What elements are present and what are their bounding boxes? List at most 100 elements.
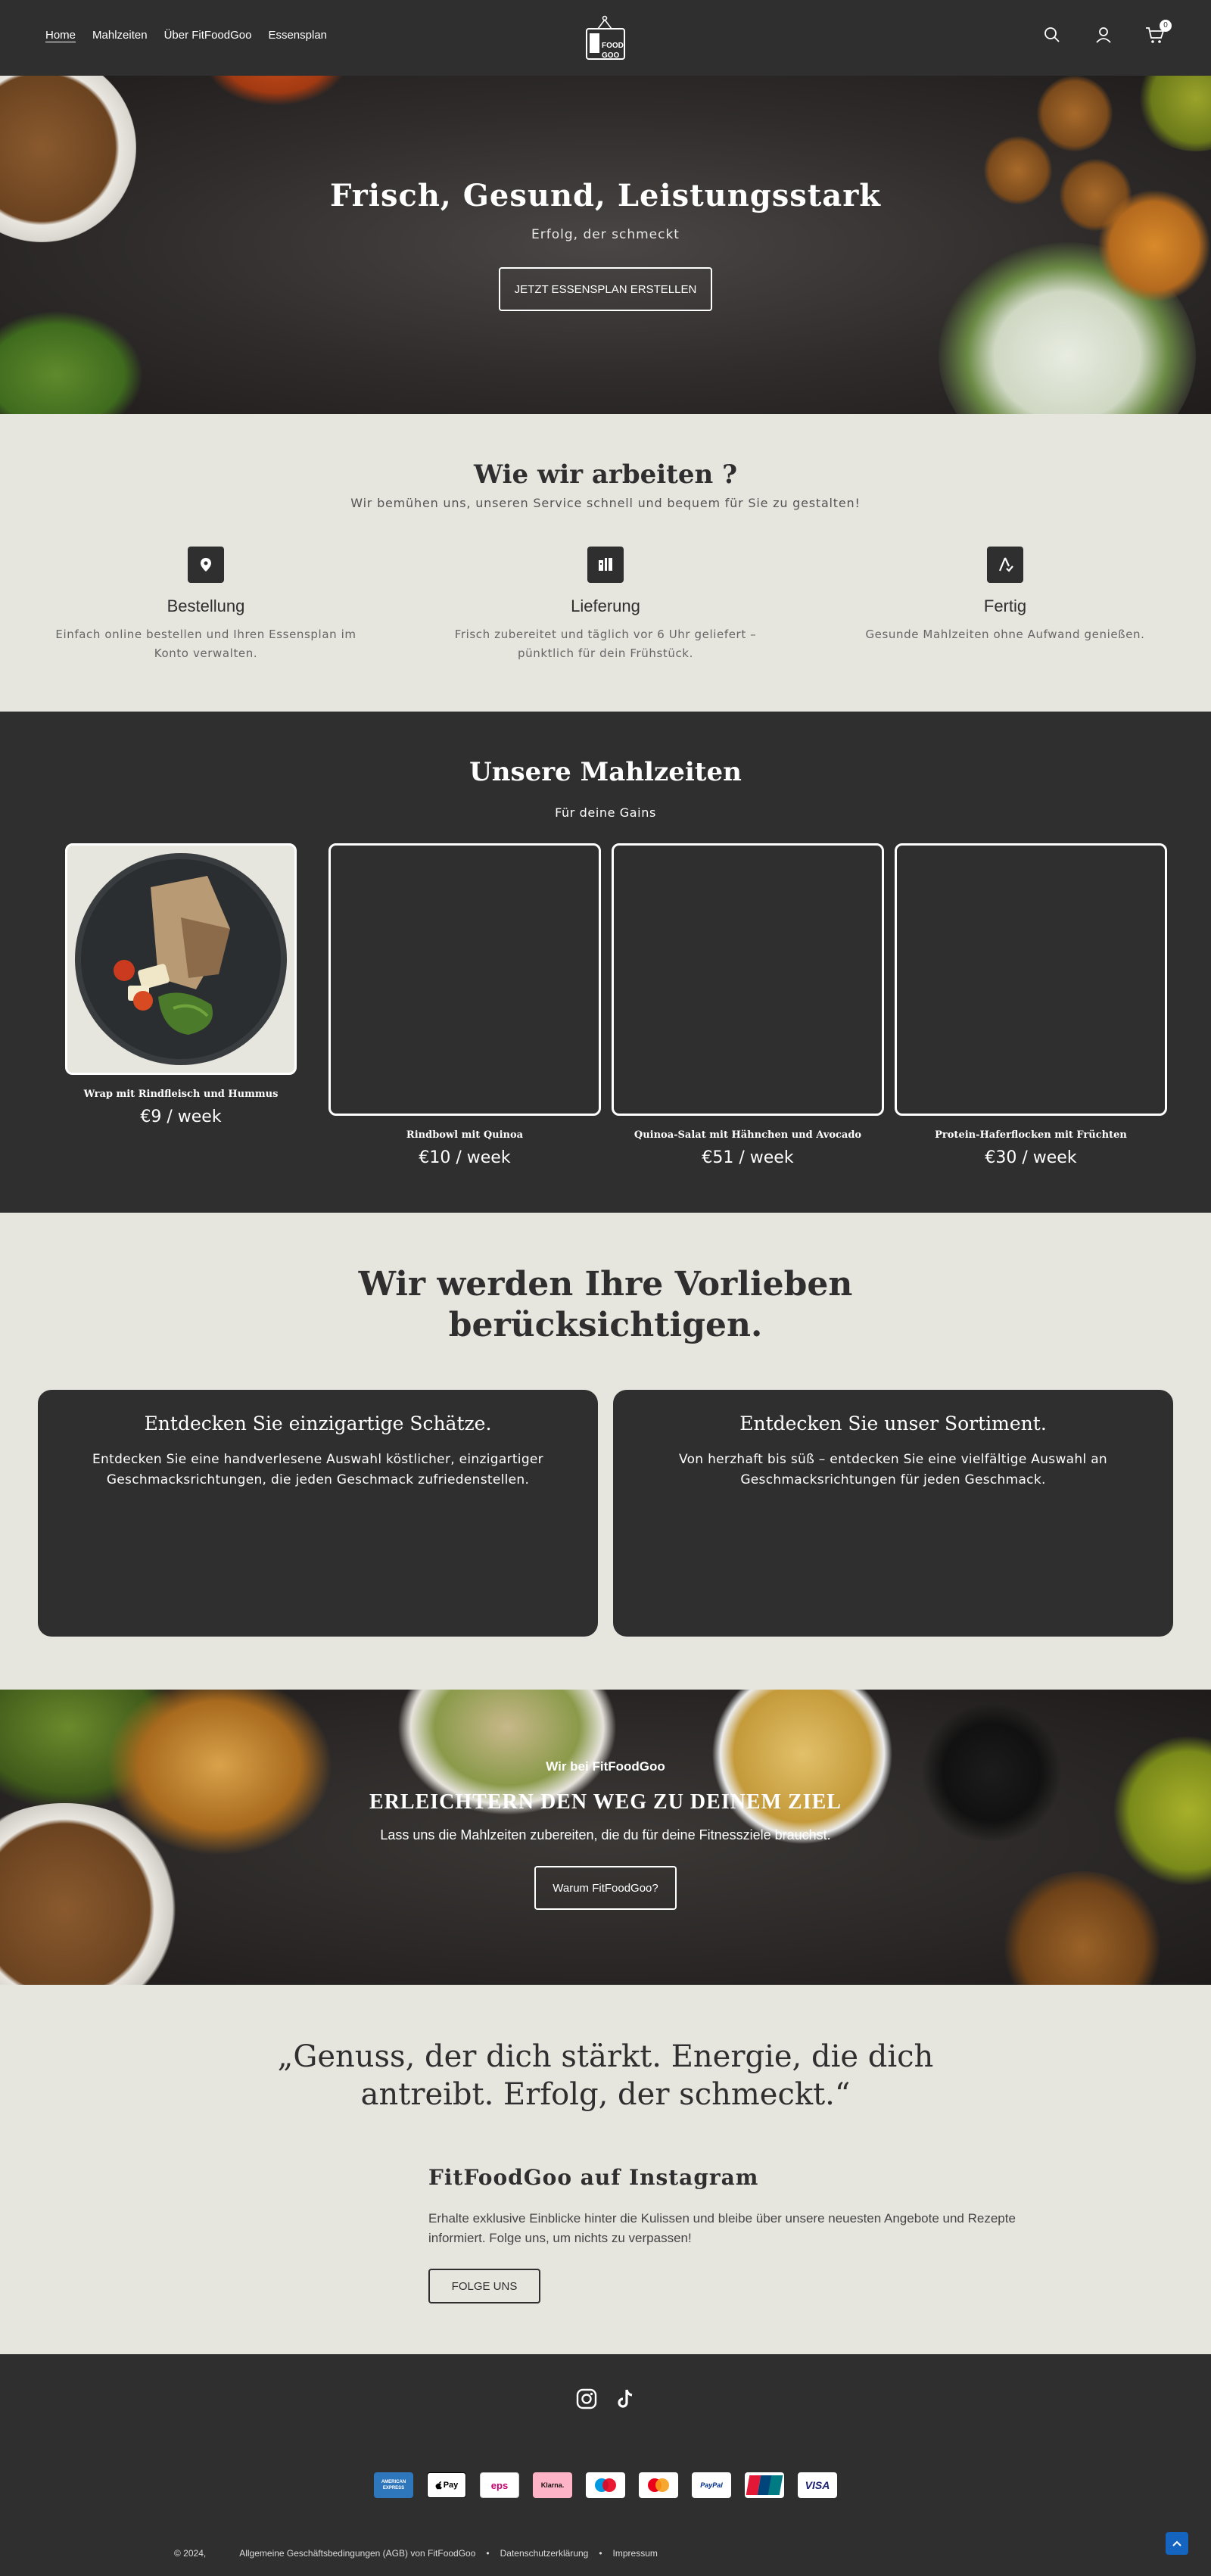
pref-card-treasures: Entdecken Sie einzigartige Schätze. Entd…	[38, 1390, 598, 1637]
meal-name[interactable]: Quinoa-Salat mit Hähnchen und Avocado	[612, 1129, 884, 1141]
follow-us-button[interactable]: FOLGE UNS	[428, 2269, 540, 2303]
separator-dot: •	[486, 2548, 490, 2559]
meal-price: €30 / week	[985, 1148, 1077, 1167]
step-title: Bestellung	[167, 596, 245, 615]
meal-image[interactable]	[328, 843, 601, 1116]
meal-card-rindbowl[interactable]: Rindbowl mit Quinoa €10 / week	[328, 843, 601, 1167]
separator-dot: •	[599, 2548, 602, 2559]
meal-name[interactable]: Wrap mit Rindfleisch und Hummus	[65, 1089, 297, 1100]
why-fitfoodgoo-button[interactable]: Warum FitFoodGoo?	[534, 1866, 677, 1910]
site-footer: AMERICAN EXPRESS Pay eps Klarna. PayPal …	[0, 2354, 1211, 2576]
promo-banner: Wir bei FitFoodGoo ERLEICHTERN DEN WEG Z…	[0, 1690, 1211, 1985]
hero-section: Frisch, Gesund, Leistungsstark Erfolg, d…	[0, 76, 1211, 414]
amex-label: AMERICAN EXPRESS	[381, 2480, 406, 2490]
meal-price: €10 / week	[419, 1148, 511, 1167]
copyright: © 2024,	[174, 2548, 207, 2559]
how-we-work-section: Wie wir arbeiten ? Wir bemühen uns, unse…	[0, 414, 1211, 712]
cart-icon[interactable]: 0	[1144, 20, 1172, 45]
hero-food-olives	[1135, 76, 1211, 151]
nav-link-essensplan[interactable]: Essensplan	[268, 29, 327, 42]
hero-subtitle: Erfolg, der schmeckt	[531, 227, 680, 242]
location-pin-icon	[188, 547, 224, 583]
pref-card-title: Entdecken Sie einzigartige Schätze.	[144, 1413, 492, 1434]
meals-subtitle: Für deine Gains	[555, 805, 656, 820]
logo-text-goo: GOO	[602, 51, 620, 60]
legal-bar: © 2024, Allgemeine Geschäftsbedingungen …	[174, 2548, 658, 2559]
meal-card-haferflocken[interactable]: Protein-Haferflocken mit Früchten €30 / …	[895, 843, 1167, 1167]
hero-food-bowl-left	[0, 76, 136, 242]
payment-methods: AMERICAN EXPRESS Pay eps Klarna. PayPal …	[374, 2472, 837, 2498]
maestro-icon	[586, 2472, 625, 2498]
preferences-section: Wir werden Ihre Vorlieben berücksichtige…	[0, 1213, 1211, 1690]
visa-icon: VISA	[798, 2472, 837, 2498]
site-header: Home Mahlzeiten Über FitFoodGoo Essenspl…	[0, 0, 1211, 76]
step-title: Fertig	[983, 596, 1027, 615]
social-links	[575, 2388, 637, 2413]
account-icon[interactable]	[1093, 24, 1114, 45]
banner-food-falafel	[999, 1871, 1166, 1985]
mastercard-icon	[639, 2472, 678, 2498]
amex-icon: AMERICAN EXPRESS	[374, 2472, 413, 2498]
nav-link-home[interactable]: Home	[45, 29, 76, 42]
header-actions: 0	[1041, 20, 1172, 45]
meal-name[interactable]: Rindbowl mit Quinoa	[328, 1129, 601, 1141]
banner-title: ERLEICHTERN DEN WEG ZU DEINEM ZIEL	[369, 1790, 842, 1814]
step-bestellung: Bestellung Einfach online bestellen und …	[47, 547, 365, 663]
pref-card-text: Entdecken Sie eine handverlesene Auswahl…	[92, 1452, 543, 1487]
paypal-label: PayPal	[700, 2481, 723, 2489]
impressum-link[interactable]: Impressum	[613, 2548, 658, 2559]
tiktok-icon[interactable]	[615, 2388, 637, 2413]
nav-link-ueber[interactable]: Über FitFoodGoo	[164, 29, 252, 42]
step-text: Frisch zubereitet und täglich vor 6 Uhr …	[454, 628, 757, 660]
klarna-label: Klarna.	[540, 2481, 565, 2489]
hero-title: Frisch, Gesund, Leistungsstark	[329, 178, 881, 213]
meal-photo-wrap	[75, 853, 287, 1065]
create-meal-plan-button[interactable]: JETZT ESSENSPLAN ERSTELLEN	[499, 267, 712, 311]
meal-name[interactable]: Protein-Haferflocken mit Früchten	[895, 1129, 1167, 1141]
meal-image[interactable]	[65, 843, 297, 1075]
meal-card-wrap[interactable]: Wrap mit Rindfleisch und Hummus €9 / wee…	[65, 843, 297, 1126]
prefs-title-line1: Wir werden Ihre Vorlieben	[358, 1265, 853, 1304]
logo-text-food: FOOD	[602, 42, 624, 50]
meal-price: €51 / week	[702, 1148, 794, 1167]
hero-food-falafel-1	[1037, 76, 1113, 151]
search-icon[interactable]	[1041, 24, 1063, 45]
back-to-top-button[interactable]	[1166, 2532, 1188, 2555]
instagram-title: FitFoodGoo auf Instagram	[428, 2165, 759, 2190]
eps-icon: eps	[480, 2472, 519, 2498]
step-text: Gesunde Mahlzeiten ohne Aufwand genießen…	[865, 628, 1145, 641]
instagram-text: Erhalte exklusive Einblicke hinter die K…	[428, 2211, 1016, 2245]
agb-link[interactable]: Allgemeine Geschäftsbedingungen (AGB) vo…	[239, 2548, 475, 2559]
how-title: Wie wir arbeiten ?	[474, 459, 737, 490]
eps-label: eps	[490, 2479, 509, 2491]
hero-food-greens-left	[0, 310, 144, 414]
step-lieferung: Lieferung Frisch zubereitet und täglich …	[447, 547, 764, 663]
pref-card-title: Entdecken Sie unser Sortiment.	[739, 1413, 1047, 1434]
step-title: Lieferung	[571, 596, 640, 615]
meal-image[interactable]	[895, 843, 1167, 1116]
apple-pay-label: Pay	[443, 2481, 459, 2490]
pref-card-assortment: Entdecken Sie unser Sortiment. Von herzh…	[613, 1390, 1173, 1637]
quote-section: „Genuss, der dich stärkt. Energie, die d…	[0, 1985, 1211, 2354]
paypal-icon: PayPal	[692, 2472, 731, 2498]
step-fertig: Fertig Gesunde Mahlzeiten ohne Aufwand g…	[846, 547, 1164, 644]
how-subtitle: Wir bemühen uns, unseren Service schnell…	[350, 496, 861, 510]
prefs-title: Wir werden Ihre Vorlieben berücksichtige…	[0, 1264, 1211, 1346]
meal-image[interactable]	[612, 843, 884, 1116]
klarna-icon: Klarna.	[533, 2472, 572, 2498]
meal-card-quinoa-salat[interactable]: Quinoa-Salat mit Hähnchen und Avocado €5…	[612, 843, 884, 1167]
privacy-link[interactable]: Datenschutzerklärung	[500, 2548, 589, 2559]
check-icon	[987, 547, 1023, 583]
nav-link-mahlzeiten[interactable]: Mahlzeiten	[92, 29, 148, 42]
instagram-icon[interactable]	[575, 2388, 598, 2413]
meal-price: €9 / week	[140, 1107, 222, 1126]
apple-pay-icon: Pay	[427, 2472, 466, 2498]
unionpay-stripes	[746, 2475, 783, 2495]
logo[interactable]: FOOD GOO	[583, 11, 628, 64]
meals-section: Unsere Mahlzeiten Für deine Gains Wrap m…	[0, 712, 1211, 1213]
cart-count-badge: 0	[1160, 20, 1172, 32]
pref-card-text: Von herzhaft bis süß – entdecken Sie ein…	[679, 1452, 1107, 1487]
quote-line1: „Genuss, der dich stärkt. Energie, die d…	[277, 2039, 934, 2074]
prefs-title-line2: berücksichtigen.	[448, 1306, 763, 1344]
visa-label: VISA	[805, 2479, 830, 2491]
